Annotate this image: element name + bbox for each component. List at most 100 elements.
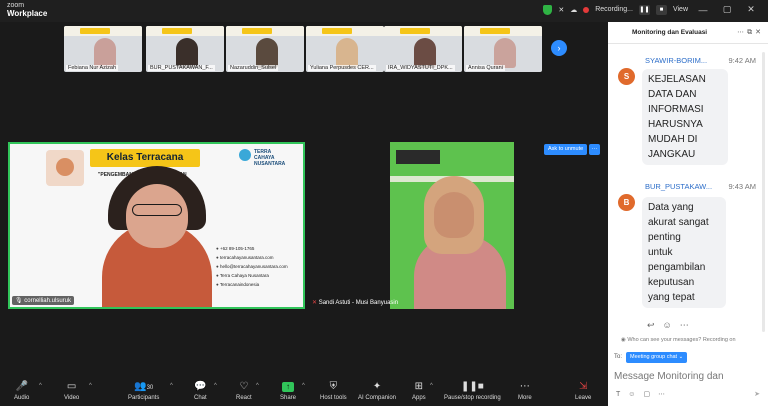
message-bubble[interactable]: KEJELASAN DATA DAN INFORMASI HARUSNYA MU… [642, 69, 728, 165]
mic-mute-icon[interactable]: ✕ [558, 6, 564, 14]
view-button[interactable]: View [673, 6, 688, 13]
sender-avatar[interactable]: B [618, 194, 635, 211]
speaker-face [126, 184, 188, 248]
participant-thumbnail[interactable]: Nazaruddin_Sulsel [226, 26, 304, 72]
format-icon[interactable]: T [616, 391, 628, 398]
apps-label: Apps [412, 395, 426, 401]
sender-avatar[interactable]: S [618, 68, 635, 85]
message-sender[interactable]: SYAWIR-BORIM... [645, 56, 707, 65]
apps-options-chevron-icon[interactable]: ^ [430, 383, 433, 389]
more-button[interactable]: ⋯ More [518, 381, 532, 401]
participant-name-label: ✕ Sandi Astuti - Musi Banyuasin [309, 298, 401, 307]
more-tools-icon[interactable]: ⋯ [658, 391, 673, 398]
video-options-chevron-icon[interactable]: ^ [89, 383, 92, 389]
emoji-icon[interactable]: ☺ [628, 391, 643, 398]
participants-button[interactable]: 👥30 Participants [128, 381, 159, 401]
slide-contact-list: +62 89-105-1765 terracahayanusantara.com… [216, 244, 288, 289]
participants-label: Participants [128, 395, 160, 401]
message-sender[interactable]: BUR_PUSTAKAW... [645, 182, 712, 191]
pause-recording-button[interactable]: ❚❚ [638, 4, 650, 15]
video-camera-icon: ▭ [66, 381, 77, 392]
background-board [396, 150, 440, 164]
ask-to-unmute-button[interactable]: Ask to unmute [544, 144, 588, 155]
chat-options-chevron-icon[interactable]: ^ [214, 383, 217, 389]
participant-thumbnail[interactable]: Febiana Nur Azizah [64, 26, 142, 72]
participant-video-tile[interactable]: Ask to unmute ··· ✕ Sandi Astuti - Musi … [307, 142, 601, 309]
send-icon[interactable]: ➤ [754, 390, 760, 398]
close-button[interactable]: ✕ [742, 4, 760, 15]
message-more-icon[interactable]: ⋯ [680, 320, 697, 330]
contact-facebook: Terra Cahaya Nusantara [216, 271, 288, 280]
active-speaker-tile[interactable]: Kelas Terracana "PENGEMBANGAN PERPUSTAKA… [8, 142, 305, 309]
audio-options-chevron-icon[interactable]: ^ [39, 383, 42, 389]
encryption-shield-icon[interactable] [543, 4, 553, 15]
participant-thumbnail[interactable]: IRA_WIDYASTUTI_DPK... [384, 26, 462, 72]
microphone-icon: 🎤 [15, 381, 28, 392]
participant-figure [336, 38, 358, 68]
recipient-select[interactable]: Meeting group chat ⌄ [626, 352, 688, 363]
attach-file-icon[interactable]: ▢ [643, 391, 658, 398]
message-line: keputusan [648, 277, 695, 288]
speaker-glasses [132, 204, 182, 216]
reply-icon[interactable]: ↩ [647, 320, 663, 330]
pause-recording-label: Pause/stop recording [444, 395, 501, 401]
chat-panel: Monitoring dan Evaluasi ⋯⧉✕ SYAWIR-BORIM… [608, 22, 768, 406]
thumbnail-badge [322, 28, 352, 34]
recipient-value: Meeting group chat [630, 354, 678, 360]
mic-icon: 🎙 [15, 298, 23, 304]
participant-thumbnail[interactable]: Yuliana Perpusdes CER... [306, 26, 384, 72]
share-options-chevron-icon[interactable]: ^ [302, 383, 305, 389]
contact-website: terracahayanusantara.com [216, 253, 288, 262]
chat-label: Chat [194, 395, 207, 401]
message-line: penting [648, 232, 681, 243]
chat-button[interactable]: 💬 Chat [194, 381, 207, 401]
chat-bubble-icon: 💬 [194, 381, 207, 392]
pause-stop-recording-button[interactable]: ❚❚■ Pause/stop recording [444, 381, 501, 401]
contact-phone: +62 89-105-1765 [216, 244, 288, 253]
react-button[interactable]: ♡ React [236, 381, 252, 401]
participant-thumbnail[interactable]: BUR_PUSTAKAWAN_F... [146, 26, 224, 72]
chat-more-icon[interactable]: ⋯ [737, 29, 747, 36]
close-chat-icon[interactable]: ✕ [755, 29, 764, 36]
thumbnail-badge [480, 28, 510, 34]
emoji-react-icon[interactable]: ☺ [663, 320, 680, 330]
stop-recording-button[interactable]: ■ [655, 4, 667, 15]
participants-options-chevron-icon[interactable]: ^ [170, 383, 173, 389]
share-button[interactable]: ↑ Share [280, 381, 296, 401]
leave-door-icon: ⇲ [578, 381, 588, 392]
participant-thumbnail-name: BUR_PUSTAKAWAN_F... [148, 65, 215, 71]
participant-face [434, 192, 474, 238]
message-line: INFORMASI [648, 104, 704, 115]
chat-scrollbar[interactable] [762, 52, 765, 332]
logo-line2: Workplace [7, 9, 48, 18]
thumbnail-badge [242, 28, 272, 34]
participant-thumbnail[interactable]: Annisa Qurani [464, 26, 542, 72]
participant-figure [494, 38, 516, 68]
privacy-note[interactable]: ◉ Who can see your messages? Recording o… [621, 337, 736, 343]
audio-button[interactable]: 🎤 Audio [14, 381, 29, 401]
popout-icon[interactable]: ⧉ [747, 29, 755, 36]
participants-count: 30 [146, 385, 154, 391]
chat-message-input[interactable] [614, 368, 754, 384]
minimize-button[interactable]: — [694, 5, 712, 15]
tile-more-button[interactable]: ··· [589, 144, 600, 155]
next-page-button[interactable]: › [551, 40, 567, 56]
participant-figure [176, 38, 198, 68]
message-bubble[interactable]: Data yang akurat sangat penting untuk pe… [642, 197, 726, 308]
message-line: JANGKAU [648, 149, 696, 160]
zoom-logo: zoom Workplace [7, 2, 47, 18]
cloud-icon[interactable]: ☁ [570, 6, 577, 14]
video-button[interactable]: ▭ Video [64, 381, 79, 401]
leave-button[interactable]: ⇲ Leave [575, 381, 591, 401]
host-tools-button[interactable]: ⛨ Host tools [320, 381, 347, 401]
maximize-button[interactable]: ▢ [718, 4, 736, 15]
contact-instagram: Terracanaindonesia [216, 280, 288, 289]
slide-illustration [46, 150, 84, 186]
message-line: Data yang [648, 202, 694, 213]
participant-thumbnail-name: Nazaruddin_Sulsel [228, 65, 279, 71]
react-options-chevron-icon[interactable]: ^ [256, 383, 259, 389]
ai-companion-button[interactable]: ✦ AI Companion [358, 381, 396, 401]
zoom-window: zoom Workplace ✕ ☁ Recording... ❚❚ ■ Vie… [0, 0, 768, 406]
apps-button[interactable]: ⊞ Apps [412, 381, 426, 401]
participant-name: Sandi Astuti - Musi Banyuasin [318, 300, 399, 306]
